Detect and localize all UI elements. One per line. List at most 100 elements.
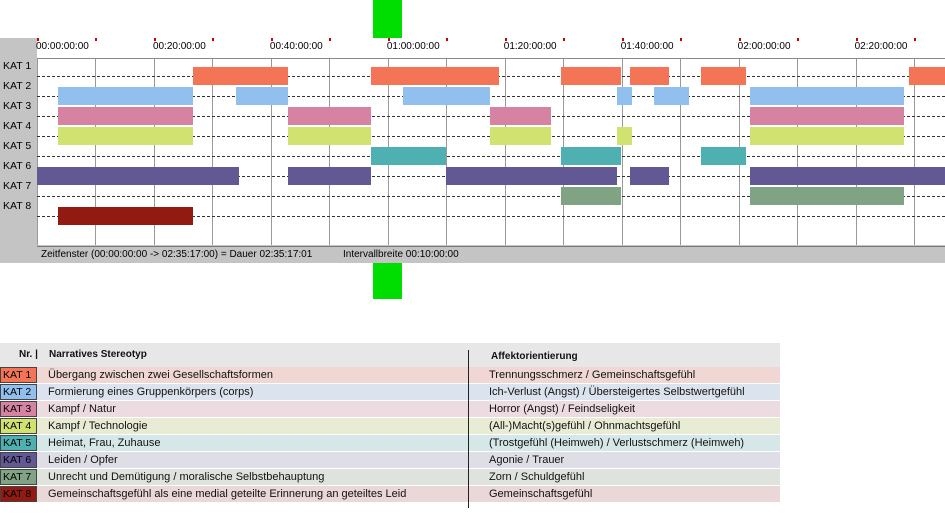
grid-line (37, 59, 38, 245)
timeline-segment[interactable] (490, 127, 551, 145)
tick-label: 02:00:00:00 (737, 41, 791, 52)
timeline-segment[interactable] (750, 107, 905, 125)
tick-label: 01:40:00:00 (620, 41, 674, 52)
tick-label: 01:20:00:00 (503, 41, 557, 52)
legend-row: KAT 6 Leiden / Opfer Agonie / Trauer (0, 452, 780, 468)
timeline-segment[interactable] (288, 107, 372, 125)
timeline-segment[interactable] (288, 127, 372, 145)
ruler-mark (855, 38, 858, 41)
ruler-mark (680, 38, 683, 41)
status-bar: Zeitfenster (00:00:00:00 -> 02:35:17:00)… (37, 246, 945, 263)
timeline-segment[interactable] (616, 87, 633, 105)
tick-label: 00:00:00:00 (36, 41, 89, 52)
status-interval: Intervallbreite 00:10:00:00 (343, 249, 459, 260)
row-guide (37, 156, 945, 157)
timeline-segment[interactable] (58, 107, 193, 125)
timeline-segment[interactable] (371, 67, 499, 85)
status-window: Zeitfenster (00:00:00:00 -> 02:35:17:00)… (41, 249, 313, 260)
legend-col-nr: Nr. | (19, 349, 38, 360)
ruler-mark (446, 38, 449, 41)
legend-affekt: Ich-Verlust (Angst) / Übersteigertes Sel… (489, 386, 745, 398)
timeline-segment[interactable] (561, 147, 621, 165)
legend-stereotyp: Kampf / Natur (48, 403, 116, 415)
ruler-mark (37, 38, 39, 41)
legend-stereotyp: Leiden / Opfer (48, 454, 118, 466)
timeline-segment[interactable] (750, 87, 905, 105)
timeline-segment[interactable] (700, 67, 746, 85)
ruler-mark (797, 38, 800, 41)
timeline-segment[interactable] (653, 87, 689, 105)
timeline-segment[interactable] (629, 67, 669, 85)
timeline-segment[interactable] (750, 127, 905, 145)
timeline-segment[interactable] (58, 207, 193, 225)
timeline-segment[interactable] (192, 67, 289, 85)
time-ruler[interactable]: 00:00:00:00 00:20:00:00 00:40:00:00 01:00:0… (36, 38, 945, 59)
timeline-segment[interactable] (700, 147, 746, 165)
timeline-segment[interactable] (403, 87, 491, 105)
legend-affekt: Zorn / Schuldgefühl (489, 471, 585, 483)
legend-header: Nr. | Narratives Stereotyp Affektorienti… (0, 343, 780, 367)
timeline-segment[interactable] (235, 87, 289, 105)
timeline-segment[interactable] (446, 167, 617, 185)
legend-stereotyp: Gemeinschaftsgefühl als eine medial gete… (48, 488, 407, 500)
legend-row: KAT 4 Kampf / Technologie (All-)Macht(s)ge… (0, 418, 780, 434)
category-label: KAT 6 (3, 160, 32, 172)
legend-stereotyp: Heimat, Frau, Zuhause (48, 437, 161, 449)
category-label: KAT 4 (3, 120, 32, 132)
category-label: KAT 2 (3, 80, 32, 92)
timeline-segment[interactable] (58, 87, 193, 105)
grid-line (212, 59, 214, 245)
legend-stereotyp: Kampf / Technologie (48, 420, 148, 432)
legend-row: KAT 3 Kampf / Natur Horror (Angst) / Feind… (0, 401, 780, 417)
ruler-mark (270, 38, 273, 41)
timeline-segment[interactable] (371, 147, 447, 165)
ruler-mark (738, 38, 741, 41)
legend-affekt: Horror (Angst) / Feindseligkeit (489, 403, 636, 415)
ruler-mark (914, 38, 917, 41)
legend-affekt: (All-)Macht(s)gefühl / Ohnmachtsgefühl (489, 420, 681, 432)
legend-col-stereotyp: Narratives Stereotyp (49, 349, 147, 360)
legend-stereotyp: Unrecht und Demütigung / moralische Selb… (48, 471, 325, 483)
tick-label: 02:20:00:00 (854, 41, 908, 52)
timeline-segment[interactable] (561, 187, 621, 205)
legend-category-badge: KAT 8 (0, 486, 37, 502)
ruler-mark (621, 38, 624, 41)
legend-category-badge: KAT 1 (0, 367, 37, 383)
ruler-mark (387, 38, 390, 41)
timeline-tracks[interactable] (37, 59, 945, 245)
tick-label: 00:40:00:00 (269, 41, 323, 52)
legend-row: KAT 8 Gemeinschaftsgefühl als eine medial… (0, 486, 780, 502)
timeline-segment[interactable] (616, 127, 633, 145)
timeline-segment[interactable] (750, 167, 945, 185)
legend-stereotyp: Formierung eines Gruppenkörpers (corps) (48, 386, 254, 398)
ruler-mark (212, 38, 215, 41)
ruler-mark (329, 38, 332, 41)
legend-category-badge: KAT 2 (0, 384, 37, 400)
timeline-segment[interactable] (58, 127, 193, 145)
timeline-segment[interactable] (909, 67, 945, 85)
ruler-mark (153, 38, 156, 41)
green-marker-top (373, 0, 402, 38)
ruler-mark (563, 38, 566, 41)
legend-category-badge: KAT 7 (0, 469, 37, 485)
timeline-segment[interactable] (37, 167, 239, 185)
grid-line (329, 59, 331, 245)
legend-affekt: Agonie / Trauer (489, 454, 565, 466)
tick-label: 00:20:00:00 (152, 41, 206, 52)
grid-line (504, 59, 506, 245)
category-label: KAT 5 (3, 140, 32, 152)
legend-row: KAT 1 Übergang zwischen zwei Gesellschaft… (0, 367, 780, 383)
legend-affekt: Trennungsschmerz / Gemeinschaftsgefühl (489, 369, 696, 381)
legend-affekt: (Trostgefühl (Heimweh) / Verlustschmerz … (489, 437, 745, 449)
timeline-segment[interactable] (629, 167, 669, 185)
timeline-segment[interactable] (561, 67, 621, 85)
ruler-mark (504, 38, 507, 41)
legend-row: KAT 7 Unrecht und Demütigung / moralische… (0, 469, 780, 485)
category-label: KAT 1 (3, 60, 32, 72)
legend-category-badge: KAT 4 (0, 418, 37, 434)
green-marker-bottom (373, 262, 402, 299)
legend-category-badge: KAT 3 (0, 401, 37, 417)
timeline-segment[interactable] (288, 167, 372, 185)
timeline-segment[interactable] (750, 187, 905, 205)
timeline-segment[interactable] (490, 107, 551, 125)
